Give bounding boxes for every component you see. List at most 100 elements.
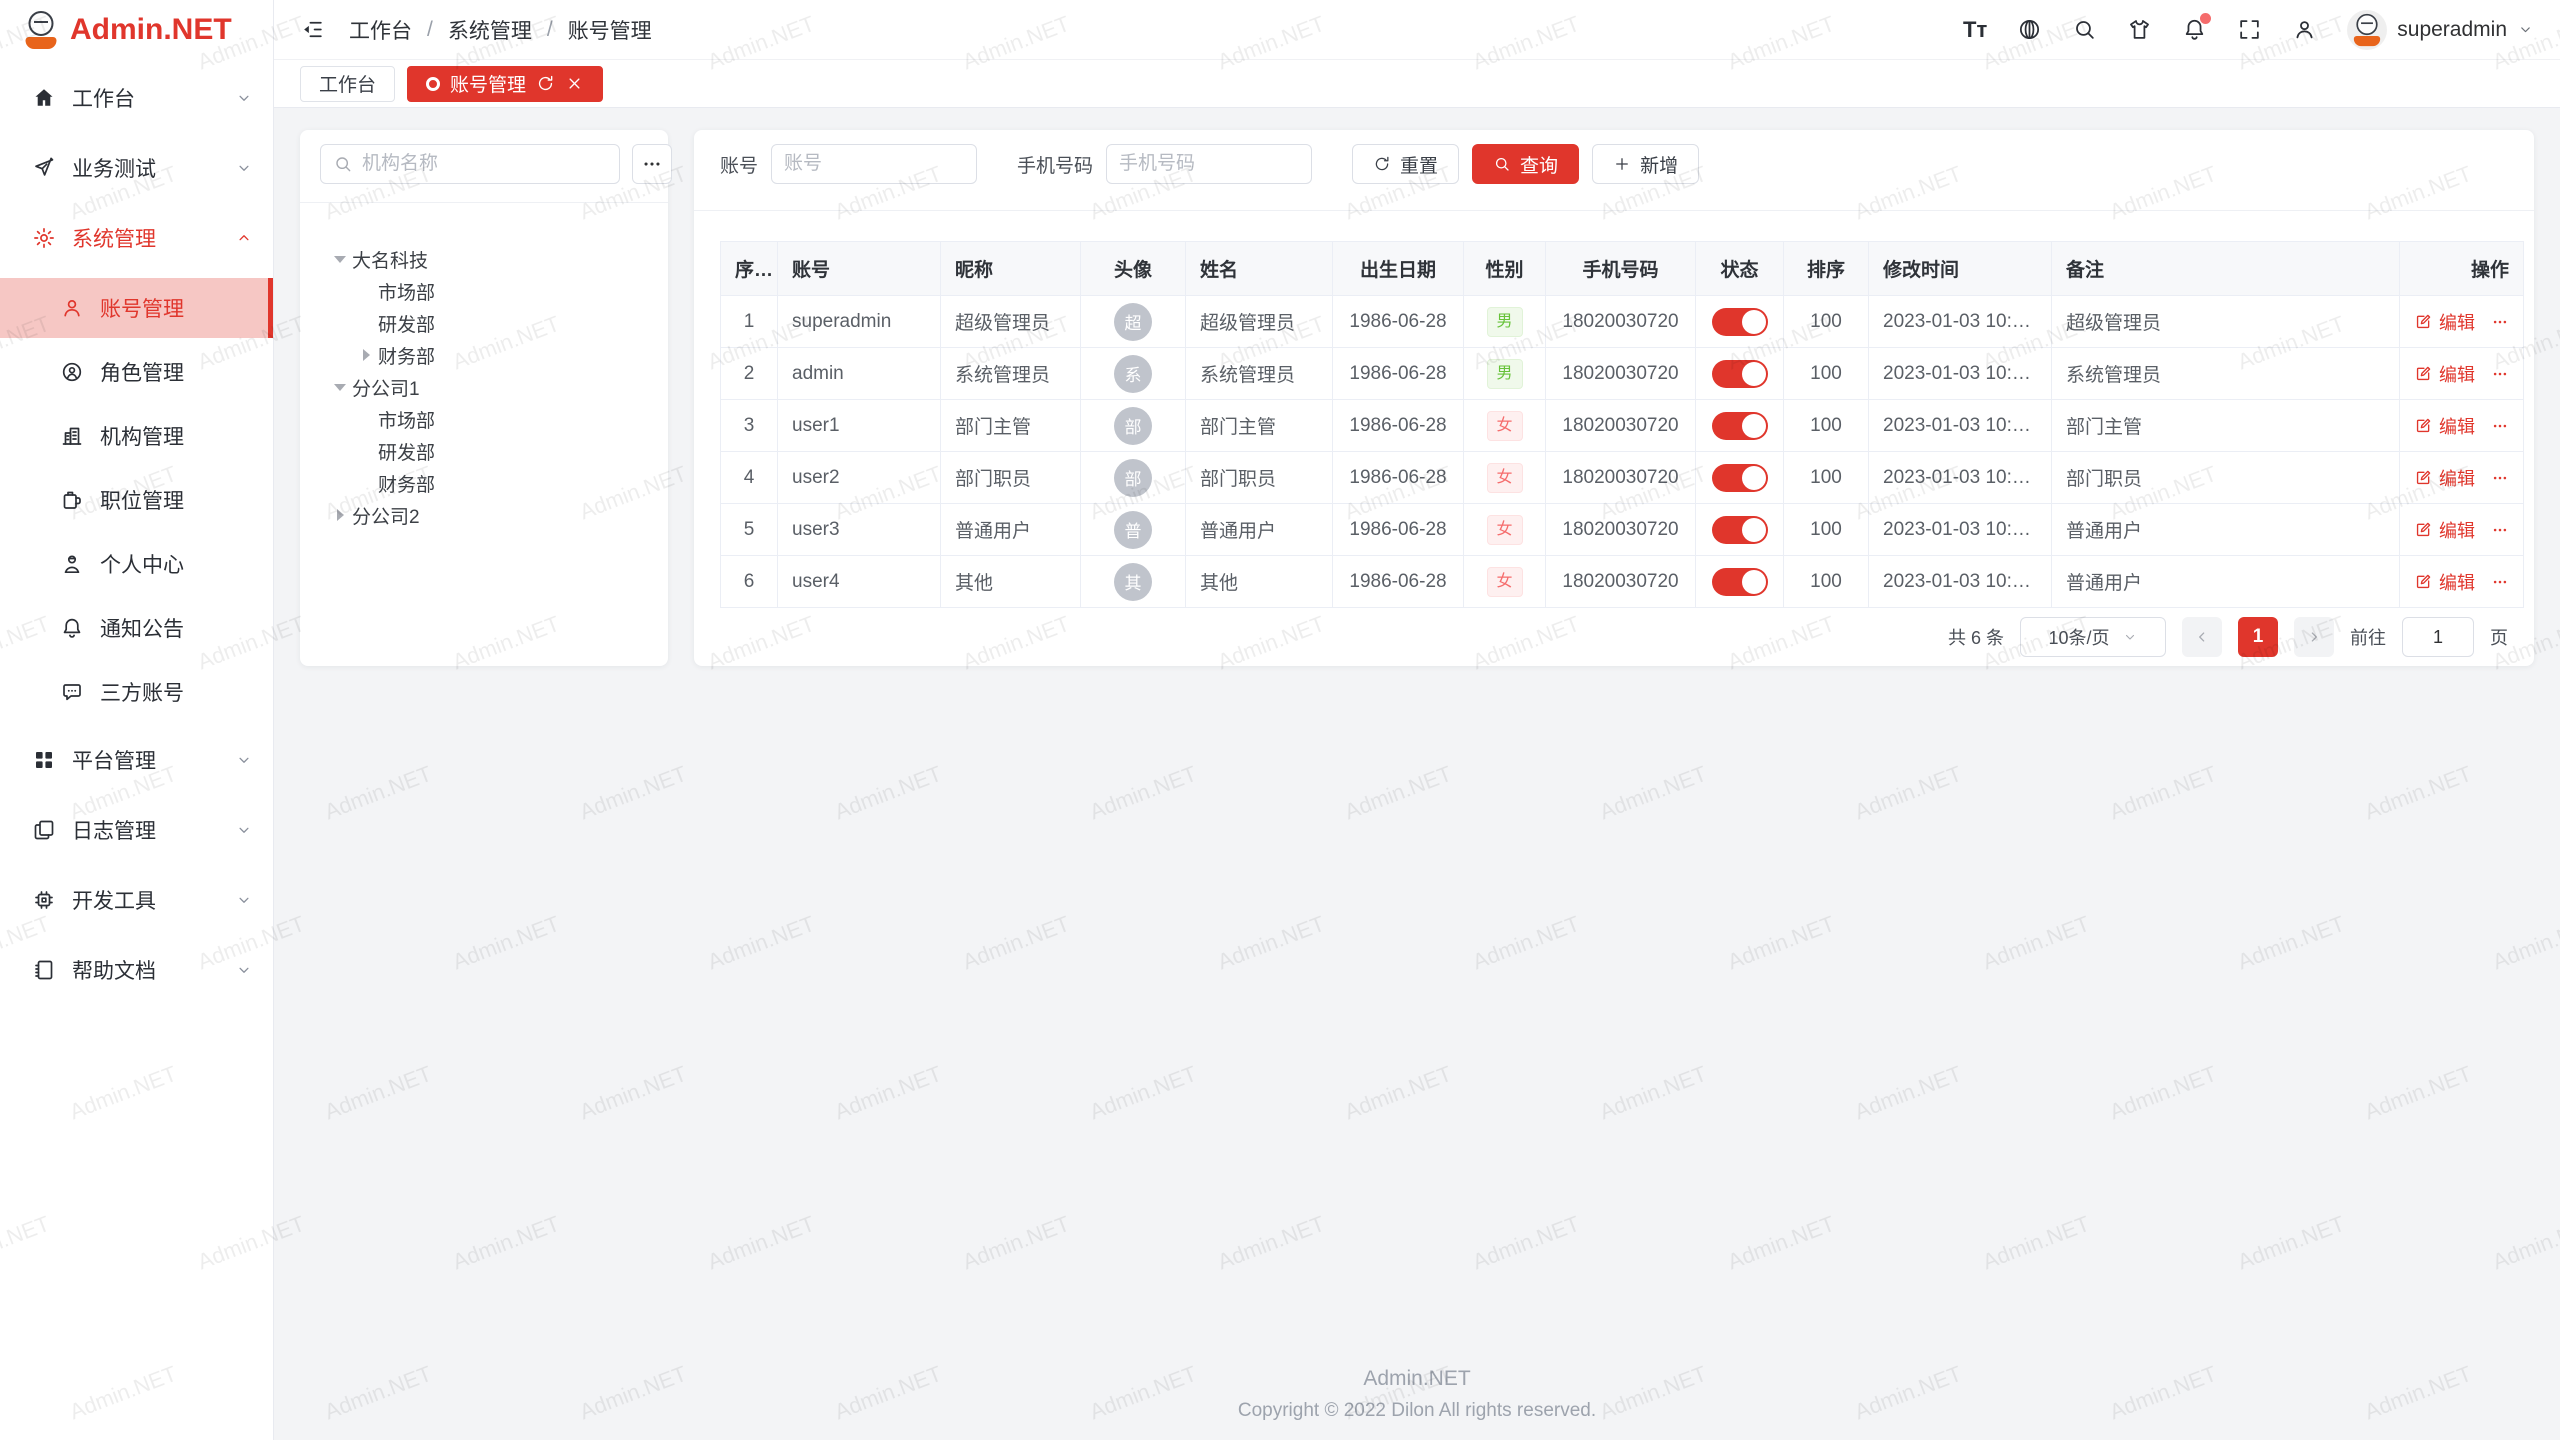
profile-icon [60, 552, 84, 576]
edit-button[interactable]: 编辑 [2414, 309, 2475, 335]
caret-down-icon[interactable] [328, 256, 352, 263]
close-icon[interactable] [565, 74, 584, 93]
status-toggle[interactable] [1712, 464, 1768, 492]
sidebar-item-platform[interactable]: 平台管理 [0, 730, 273, 790]
edit-button[interactable]: 编辑 [2414, 361, 2475, 387]
column-header-remark: 备注 [2052, 242, 2400, 296]
page-number-button[interactable]: 1 [2238, 617, 2278, 657]
user-outline-icon[interactable] [2292, 17, 2317, 42]
gear-icon [32, 226, 56, 250]
sidebar-item-business-test[interactable]: 业务测试 [0, 138, 273, 198]
user-menu[interactable]: superadmin [2347, 10, 2534, 50]
edit-button[interactable]: 编辑 [2414, 413, 2475, 439]
search-icon [333, 154, 353, 174]
more-actions-button[interactable] [2491, 572, 2509, 592]
tab-workbench[interactable]: 工作台 [300, 66, 395, 102]
tree-node[interactable]: 市场部 [320, 275, 648, 307]
tree-node[interactable]: 财务部 [320, 467, 648, 499]
tree-node[interactable]: 研发部 [320, 307, 648, 339]
sidebar-item-system[interactable]: 系统管理 [0, 208, 273, 268]
sidebar-item-role[interactable]: 角色管理 [0, 342, 273, 402]
column-header-status: 状态 [1696, 242, 1784, 296]
status-toggle[interactable] [1712, 568, 1768, 596]
gender-tag: 女 [1487, 463, 1523, 493]
sidebar-item-workbench[interactable]: 工作台 [0, 68, 273, 128]
sidebar-item-position[interactable]: 职位管理 [0, 470, 273, 530]
status-toggle[interactable] [1712, 516, 1768, 544]
tree-node-label: 研发部 [378, 438, 435, 465]
cell-sort: 100 [1784, 504, 1869, 556]
tree-node[interactable]: 分公司2 [320, 499, 648, 531]
more-actions-button[interactable] [2491, 364, 2509, 384]
status-toggle[interactable] [1712, 308, 1768, 336]
sidebar-item-profile[interactable]: 个人中心 [0, 534, 273, 594]
search-icon[interactable] [2072, 17, 2097, 42]
more-actions-button[interactable] [2491, 468, 2509, 488]
phone-filter-input[interactable] [1106, 144, 1312, 184]
status-toggle[interactable] [1712, 412, 1768, 440]
tree-node[interactable]: 财务部 [320, 339, 648, 371]
edit-icon [2414, 468, 2433, 487]
more-actions-button[interactable] [2491, 312, 2509, 332]
caret-down-icon[interactable] [328, 384, 352, 391]
cell-name: 部门主管 [1186, 400, 1333, 452]
font-size-icon[interactable]: Tт [1963, 17, 1987, 42]
sidebar-item-label: 职位管理 [100, 485, 253, 515]
edit-button[interactable]: 编辑 [2414, 517, 2475, 543]
breadcrumb-item[interactable]: 系统管理 [448, 15, 532, 45]
page-size-select[interactable]: 10条/页 [2020, 617, 2166, 657]
active-tab-dot-icon [426, 77, 440, 91]
app-logo[interactable]: Admin.NET [0, 0, 273, 60]
row-actions: 编辑 [2414, 465, 2509, 491]
cell-phone: 18020030720 [1546, 504, 1696, 556]
cell-time: 2023-01-03 10:59:44 [1869, 556, 2052, 608]
query-button[interactable]: 查询 [1472, 144, 1579, 184]
breadcrumb-item[interactable]: 工作台 [349, 15, 412, 45]
tree-more-button[interactable] [632, 144, 672, 184]
more-actions-button[interactable] [2491, 416, 2509, 436]
query-button-label: 查询 [1520, 151, 1558, 178]
reset-button[interactable]: 重置 [1352, 144, 1459, 184]
tree-node-label: 市场部 [378, 278, 435, 305]
more-actions-button[interactable] [2491, 520, 2509, 540]
edit-button[interactable]: 编辑 [2414, 569, 2475, 595]
sidebar-item-devtools[interactable]: 开发工具 [0, 870, 273, 930]
account-filter-input[interactable] [771, 144, 977, 184]
sidebar-item-account[interactable]: 账号管理 [0, 278, 273, 338]
refresh-icon[interactable] [536, 74, 555, 93]
cell-ops: 编辑 [2400, 452, 2524, 504]
account-filter-field[interactable] [784, 153, 964, 175]
tab-account[interactable]: 账号管理 [407, 66, 603, 102]
status-toggle[interactable] [1712, 360, 1768, 388]
avatar: 部 [1114, 407, 1152, 445]
breadcrumb-item[interactable]: 账号管理 [568, 15, 652, 45]
caret-right-icon[interactable] [354, 349, 378, 361]
tree-node[interactable]: 市场部 [320, 403, 648, 435]
tree-node[interactable]: 研发部 [320, 435, 648, 467]
sidebar-item-org[interactable]: 机构管理 [0, 406, 273, 466]
sidebar-item-notice[interactable]: 通知公告 [0, 598, 273, 658]
next-page-button[interactable] [2294, 617, 2334, 657]
theme-icon[interactable] [2127, 17, 2152, 42]
add-button[interactable]: 新增 [1592, 144, 1699, 184]
prev-page-button[interactable] [2182, 617, 2222, 657]
phone-filter-field[interactable] [1119, 153, 1299, 175]
edit-button[interactable]: 编辑 [2414, 465, 2475, 491]
table-row: 3user1部门主管部部门主管1986-06-28女18020030720100… [721, 400, 2524, 452]
caret-right-icon[interactable] [328, 509, 352, 521]
language-icon[interactable] [2017, 17, 2042, 42]
org-search-field[interactable] [362, 153, 607, 175]
sidebar-item-third-account[interactable]: 三方账号 [0, 662, 273, 722]
fullscreen-icon[interactable] [2237, 17, 2262, 42]
sidebar-item-log[interactable]: 日志管理 [0, 800, 273, 860]
switch-knob [1742, 310, 1766, 334]
org-search-input[interactable] [320, 144, 620, 184]
sidebar-item-docs[interactable]: 帮助文档 [0, 940, 273, 1000]
goto-page-input[interactable] [2402, 617, 2474, 657]
tree-node[interactable]: 分公司1 [320, 371, 648, 403]
tab-label: 工作台 [319, 70, 376, 97]
menu-fold-icon[interactable] [300, 17, 325, 42]
chevron-up-icon [235, 229, 253, 247]
tree-node[interactable]: 大名科技 [320, 243, 648, 275]
notification-bell-icon[interactable] [2182, 17, 2207, 42]
